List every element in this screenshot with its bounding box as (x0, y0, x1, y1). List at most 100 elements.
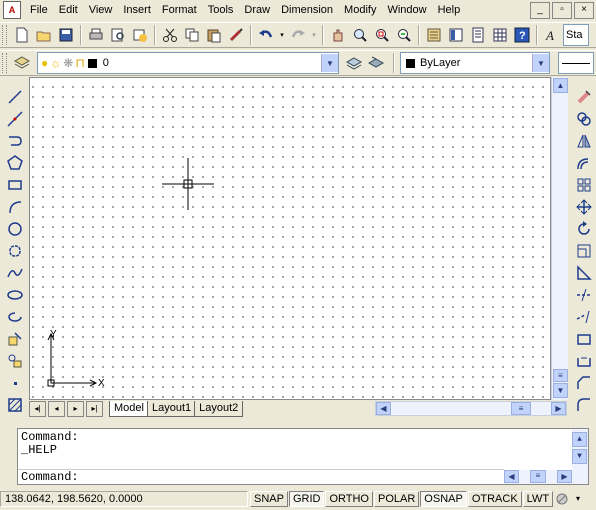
menu-help[interactable]: Help (433, 0, 467, 20)
scroll-up-arrow[interactable]: ▲ (553, 78, 568, 93)
spline-icon[interactable] (4, 262, 26, 284)
undo-icon[interactable] (255, 24, 277, 46)
cmd-scroll-right[interactable]: ▶ (557, 470, 572, 483)
color-dropdown-arrow[interactable]: ▼ (532, 54, 549, 72)
snap-toggle[interactable]: SNAP (250, 490, 288, 507)
save-icon[interactable] (55, 24, 77, 46)
color-combo[interactable]: ByLayer ▼ (400, 52, 550, 74)
plot-icon[interactable] (85, 24, 107, 46)
menu-edit[interactable]: Edit (54, 0, 84, 20)
copy-object-icon[interactable] (573, 108, 595, 130)
zoom-realtime-icon[interactable] (349, 24, 371, 46)
drawing-horizontal-scrollbar[interactable]: ◀ ≡ ▶ (375, 401, 567, 416)
ellipse-icon[interactable] (4, 284, 26, 306)
otrack-toggle[interactable]: OTRACK (467, 490, 522, 507)
polar-toggle[interactable]: POLAR (374, 490, 420, 507)
status-menu-arrow[interactable]: ▾ (571, 488, 585, 510)
drawing-vertical-scrollbar[interactable]: ▲ ≡ ▼ (551, 77, 568, 400)
copy-icon[interactable] (181, 24, 203, 46)
array-icon[interactable] (573, 174, 595, 196)
scroll-down-arrow[interactable]: ▼ (553, 383, 568, 398)
publish-icon[interactable] (129, 24, 151, 46)
toolbar-grip[interactable] (2, 25, 7, 45)
osnap-toggle[interactable]: OSNAP (420, 490, 467, 507)
hscroll-thumb[interactable]: ≡ (511, 402, 531, 415)
toolbar-grip[interactable] (2, 53, 7, 73)
zoom-window-icon[interactable] (371, 24, 393, 46)
line-icon[interactable] (4, 86, 26, 108)
text-style-icon[interactable]: A (541, 24, 563, 46)
tab-last-button[interactable]: ▸| (86, 400, 103, 417)
erase-icon[interactable] (573, 86, 595, 108)
menu-window[interactable]: Window (382, 0, 432, 20)
layer-previous-icon[interactable] (365, 52, 387, 74)
tab-model[interactable]: Model (109, 400, 149, 417)
close-button[interactable]: × (574, 2, 594, 19)
construction-line-icon[interactable] (4, 108, 26, 130)
ortho-toggle[interactable]: ORTHO (325, 490, 373, 507)
autocad-logo-icon[interactable]: A (3, 1, 21, 19)
lwt-toggle[interactable]: LWT (522, 490, 554, 507)
arc-icon[interactable] (4, 196, 26, 218)
revision-cloud-icon[interactable] (4, 240, 26, 262)
hatch-icon[interactable] (4, 394, 26, 416)
menu-format[interactable]: Format (157, 0, 203, 20)
dbconnect-icon[interactable] (489, 24, 511, 46)
design-center-icon[interactable] (445, 24, 467, 46)
menu-file[interactable]: File (25, 0, 54, 20)
offset-icon[interactable] (573, 152, 595, 174)
fillet-icon[interactable] (573, 394, 595, 416)
command-vertical-scrollbar[interactable]: ▲ ▼ (572, 429, 588, 484)
zoom-previous-icon[interactable] (393, 24, 415, 46)
cmd-hscroll-thumb[interactable]: ≡ (530, 470, 546, 483)
cmd-scroll-up[interactable]: ▲ (572, 432, 587, 447)
scroll-left-arrow[interactable]: ◀ (376, 402, 391, 415)
polygon-icon[interactable] (4, 152, 26, 174)
tab-layout1[interactable]: Layout1 (146, 400, 197, 417)
layer-manager-icon[interactable] (11, 52, 33, 74)
scroll-thumb[interactable]: ≡ (553, 369, 568, 382)
pan-realtime-icon[interactable] (327, 24, 349, 46)
rotate-icon[interactable] (573, 218, 595, 240)
plot-preview-icon[interactable] (107, 24, 129, 46)
menu-draw[interactable]: Draw (239, 0, 276, 20)
insert-block-icon[interactable] (4, 328, 26, 350)
properties-icon[interactable] (423, 24, 445, 46)
make-block-icon[interactable] (4, 350, 26, 372)
paste-icon[interactable] (203, 24, 225, 46)
redo-dropdown-icon[interactable]: ▾ (309, 24, 319, 46)
mirror-icon[interactable] (573, 130, 595, 152)
tool-palettes-icon[interactable] (467, 24, 489, 46)
menu-modify[interactable]: Modify (339, 0, 382, 20)
layer-combo[interactable]: ● ☼ ❋ ⊓ 0 ▼ (37, 52, 339, 74)
match-properties-icon[interactable] (225, 24, 247, 46)
scroll-right-arrow[interactable]: ▶ (551, 402, 566, 415)
move-icon[interactable] (573, 196, 595, 218)
join-icon[interactable] (573, 350, 595, 372)
command-horizontal-scrollbar[interactable]: ◀ ≡ ▶ (504, 470, 572, 484)
linetype-combo[interactable] (558, 52, 594, 74)
cut-icon[interactable] (159, 24, 181, 46)
menu-view[interactable]: View (84, 0, 119, 20)
menu-insert[interactable]: Insert (118, 0, 157, 20)
communication-center-icon[interactable] (553, 488, 571, 510)
tab-layout2[interactable]: Layout2 (194, 400, 244, 417)
open-icon[interactable] (33, 24, 55, 46)
make-object-layer-current-icon[interactable] (343, 52, 365, 74)
menu-tools[interactable]: Tools (203, 0, 240, 20)
command-window[interactable]: Command: _HELP Command: ◀ ≡ ▶ ▲ ▼ (17, 428, 589, 485)
restore-button[interactable]: ▫ (552, 2, 572, 19)
chamfer-icon[interactable] (573, 372, 595, 394)
polyline-icon[interactable] (4, 130, 26, 152)
break-icon[interactable] (573, 328, 595, 350)
trim-icon[interactable] (573, 284, 595, 306)
text-style-combo[interactable]: Sta (563, 24, 589, 46)
cmd-scroll-left[interactable]: ◀ (504, 470, 519, 483)
drawing-canvas[interactable]: Y X (29, 77, 551, 400)
new-icon[interactable] (11, 24, 33, 46)
extend-icon[interactable] (573, 306, 595, 328)
scale-icon[interactable] (573, 240, 595, 262)
help-icon[interactable]: ? (511, 24, 533, 46)
layer-dropdown-arrow[interactable]: ▼ (321, 54, 338, 72)
tab-prev-button[interactable]: ◂ (48, 400, 65, 417)
